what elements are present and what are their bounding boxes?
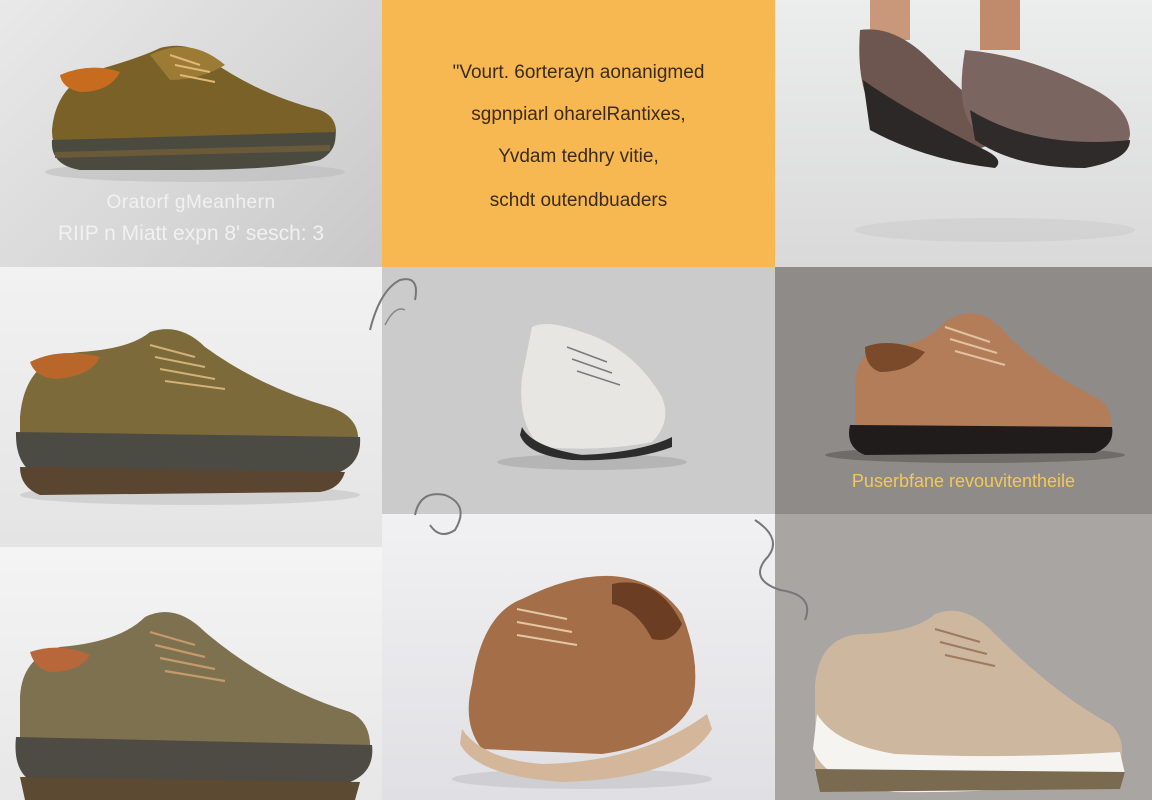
tile-white-sneaker <box>382 267 775 514</box>
white-sneaker-icon <box>497 323 687 470</box>
tile-sandals <box>775 0 1152 267</box>
caption-line-1: Oratorf gMeanhern <box>106 192 276 213</box>
swirl-mark <box>414 493 462 535</box>
caption-line-2: RIIP n Miatt expn 8' sesch: 3 <box>57 222 325 245</box>
woven-sandal-shoe-icon <box>855 0 1135 242</box>
olive-laced-shoe-icon <box>15 612 373 800</box>
panel-line-1: "Vourt. 6orterayn aonanigmed <box>452 62 705 83</box>
brown-high-top-shoe-icon <box>452 575 712 789</box>
swirl-mark <box>754 519 809 621</box>
tile-tan-shoe: Puserbfane revouvitentheile <box>775 267 1152 514</box>
product-collage: Oratorf gMeanhern RIIP n Miatt expn 8' s… <box>0 0 1152 800</box>
tile-olive-laced-shoe <box>0 547 382 800</box>
olive-casual-shoe-icon <box>15 329 361 505</box>
panel-line-2: sgpnpiarl oharelRantixes, <box>471 104 686 125</box>
tile-text-panel: "Vourt. 6orterayn aonanigmed sgpnpiarl o… <box>382 0 775 267</box>
tile-olive-shoe <box>0 267 382 547</box>
tile-brown-high-top <box>382 514 775 800</box>
tile-caption: Puserbfane revouvitentheile <box>851 471 1076 491</box>
panel-line-3: Yvdam tedhry vitie, <box>498 146 659 167</box>
brown-low-top-shoe-icon <box>45 45 345 182</box>
panel-line-4: schdt outendbuaders <box>489 190 668 211</box>
tile-brown-shoe: Oratorf gMeanhern RIIP n Miatt expn 8' s… <box>0 0 382 267</box>
swirl-mark <box>369 278 417 331</box>
